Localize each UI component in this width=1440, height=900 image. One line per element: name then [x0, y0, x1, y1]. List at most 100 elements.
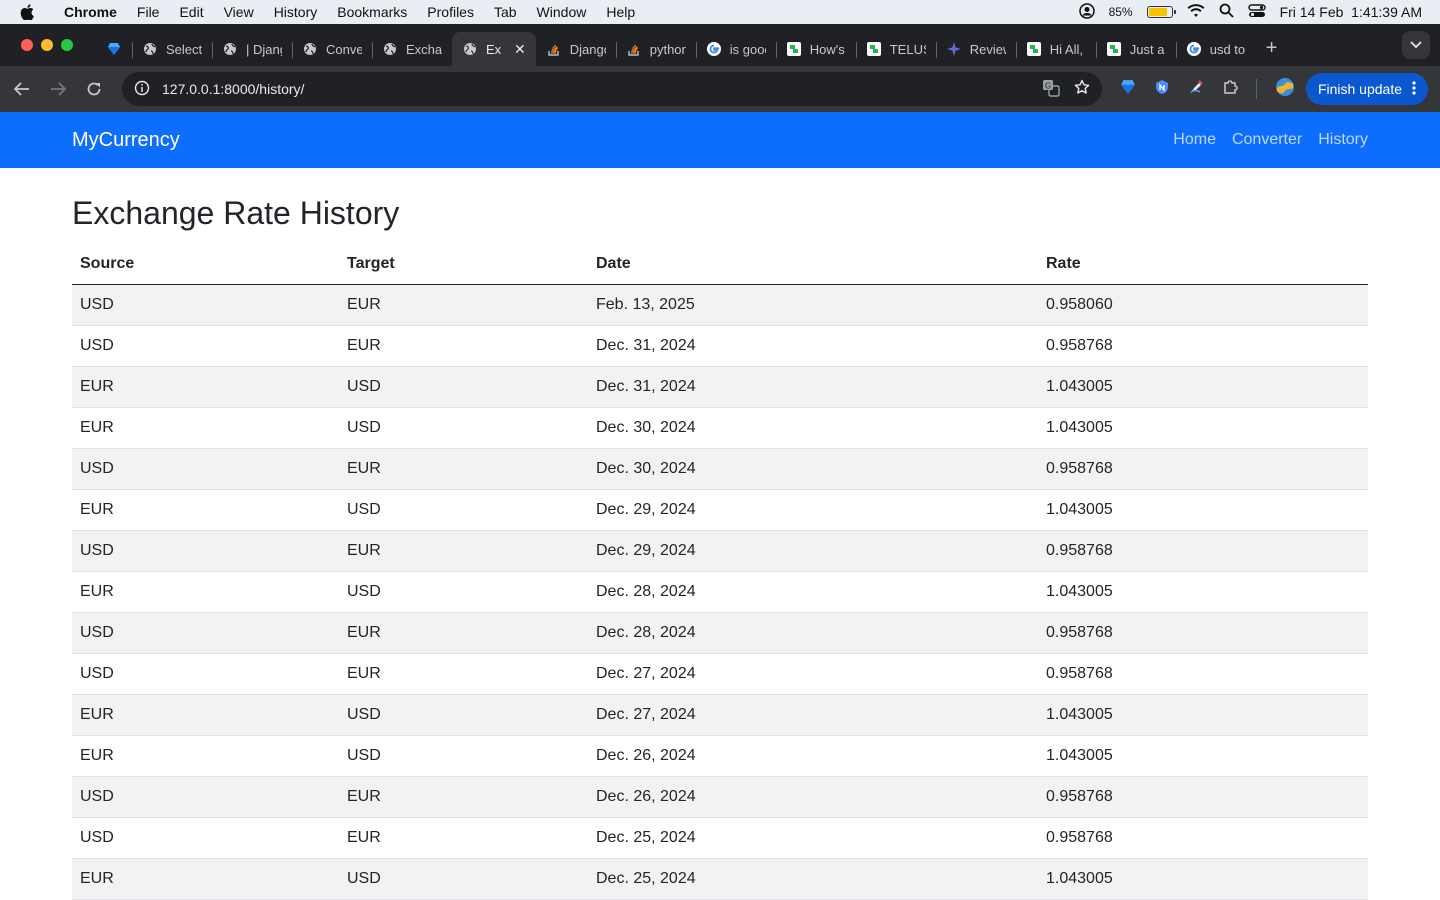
column-header-source: Source: [72, 244, 339, 285]
cell-date: Dec. 30, 2024: [588, 407, 1038, 449]
menu-tab[interactable]: Tab: [484, 0, 527, 24]
back-arrow-icon[interactable]: [4, 82, 40, 96]
cell-source: EUR: [72, 366, 339, 408]
google-icon: [1186, 41, 1202, 57]
browser-tab[interactable]: [96, 32, 132, 66]
reload-icon[interactable]: [76, 81, 112, 97]
browser-tab[interactable]: Hi All,: [1015, 32, 1096, 66]
menu-history[interactable]: History: [264, 0, 328, 24]
column-header-date: Date: [588, 244, 1038, 285]
browser-tab[interactable]: Select: [132, 32, 212, 66]
cell-rate: 0.958768: [1038, 530, 1368, 572]
toolbar-divider: [1256, 79, 1257, 99]
cell-date: Dec. 31, 2024: [588, 325, 1038, 367]
menu-view[interactable]: View: [214, 0, 264, 24]
address-bar[interactable]: 127.0.0.1:8000/history/ G: [122, 72, 1102, 106]
cell-target: USD: [339, 571, 588, 613]
browser-tab[interactable]: Review: [935, 32, 1016, 66]
zoom-window-button[interactable]: [61, 39, 73, 51]
browser-tab[interactable]: TELUS: [855, 32, 936, 66]
cell-source: USD: [72, 817, 339, 859]
tab-search-chevron-down-icon[interactable]: [1402, 31, 1430, 59]
browser-tab[interactable]: Djangc: [536, 32, 616, 66]
puzzle-extensions-icon[interactable]: [1222, 79, 1238, 100]
cell-rate: 1.043005: [1038, 858, 1368, 900]
apple-icon[interactable]: [0, 4, 54, 20]
cell-rate: 0.958768: [1038, 653, 1368, 695]
browser-tab[interactable]: Just a: [1095, 32, 1176, 66]
site-info-icon[interactable]: [134, 80, 150, 99]
clock-datetime[interactable]: Fri 14 Feb 1:41:39 AM: [1280, 4, 1422, 20]
profile-avatar[interactable]: [1275, 77, 1295, 102]
kebab-menu-icon[interactable]: [1412, 80, 1416, 98]
minimize-window-button[interactable]: [41, 39, 53, 51]
svg-text:G: G: [1045, 81, 1051, 90]
cell-source: EUR: [72, 489, 339, 531]
cell-rate: 1.043005: [1038, 366, 1368, 408]
browser-tab[interactable]: Conve: [292, 32, 372, 66]
cell-date: Dec. 27, 2024: [588, 694, 1038, 736]
control-center-icon[interactable]: [1247, 3, 1266, 21]
globe-icon: [382, 41, 398, 57]
wifi-icon[interactable]: [1187, 3, 1205, 21]
browser-tab[interactable]: usd to: [1175, 32, 1256, 66]
battery-fill: [1148, 8, 1168, 16]
menu-file[interactable]: File: [127, 0, 170, 24]
menu-window[interactable]: Window: [527, 0, 597, 24]
battery-percent: 85%: [1108, 5, 1133, 19]
close-tab-icon[interactable]: ✕: [514, 41, 526, 58]
green-doc-icon: [866, 41, 882, 57]
cell-rate: 1.043005: [1038, 571, 1368, 613]
main-content: Exchange Rate History Source Target Date…: [72, 168, 1368, 900]
browser-tab[interactable]: How's: [775, 32, 856, 66]
pen-extension-icon[interactable]: [1188, 79, 1204, 100]
cell-rate: 0.958768: [1038, 776, 1368, 818]
browser-tab[interactable]: | Djang: [212, 32, 292, 66]
globe-icon: [222, 41, 238, 57]
browser-tab[interactable]: python: [615, 32, 696, 66]
cell-source: USD: [72, 653, 339, 695]
translate-icon[interactable]: G: [1042, 79, 1060, 100]
url-text[interactable]: 127.0.0.1:8000/history/: [162, 81, 1042, 97]
shield-extension-icon[interactable]: [1154, 79, 1170, 100]
user-icon[interactable]: [1078, 2, 1095, 22]
browser-tab[interactable]: is gooc: [695, 32, 776, 66]
cell-source: USD: [72, 325, 339, 367]
gem-extension-icon[interactable]: [1120, 79, 1136, 100]
nav-link-converter[interactable]: Converter: [1232, 131, 1302, 149]
browser-tab[interactable]: Exchar: [372, 32, 452, 66]
bookmark-star-icon[interactable]: [1074, 79, 1090, 100]
spotlight-search-icon[interactable]: [1219, 3, 1234, 21]
tab-title: python: [649, 41, 686, 57]
forward-arrow-icon[interactable]: [40, 82, 76, 96]
browser-tab-active[interactable]: Ex ✕: [452, 32, 536, 66]
menu-help[interactable]: Help: [596, 0, 645, 24]
stackoverflow-icon: [626, 41, 642, 57]
menu-bookmarks[interactable]: Bookmarks: [327, 0, 417, 24]
battery-icon[interactable]: [1146, 6, 1176, 18]
table-row: EUR USD Dec. 25, 2024 1.043005: [72, 858, 1368, 900]
site-navbar: MyCurrency Home Converter History: [0, 112, 1440, 168]
nav-link-history[interactable]: History: [1318, 131, 1368, 149]
menu-app-name[interactable]: Chrome: [54, 0, 127, 24]
page-title: Exchange Rate History: [72, 195, 400, 231]
menu-edit[interactable]: Edit: [169, 0, 213, 24]
table-row: USD EUR Dec. 26, 2024 0.958768: [72, 776, 1368, 818]
new-tab-plus-icon[interactable]: +: [1256, 31, 1288, 60]
table-header-row: Source Target Date Rate: [72, 244, 1368, 285]
close-window-button[interactable]: [21, 39, 33, 51]
cell-source: EUR: [72, 407, 339, 449]
tab-title: is gooc: [729, 41, 766, 57]
finish-update-button[interactable]: Finish update: [1305, 73, 1428, 105]
tab-title: Review: [969, 41, 1006, 57]
cell-target: USD: [339, 735, 588, 777]
nav-link-home[interactable]: Home: [1173, 131, 1216, 149]
cell-target: EUR: [339, 817, 588, 859]
cell-rate: 0.958768: [1038, 325, 1368, 367]
site-brand-link[interactable]: MyCurrency: [72, 129, 180, 152]
cell-rate: 1.043005: [1038, 735, 1368, 777]
table-row: EUR USD Dec. 26, 2024 1.043005: [72, 735, 1368, 777]
cell-source: EUR: [72, 735, 339, 777]
cell-target: EUR: [339, 776, 588, 818]
menu-profiles[interactable]: Profiles: [417, 0, 484, 24]
